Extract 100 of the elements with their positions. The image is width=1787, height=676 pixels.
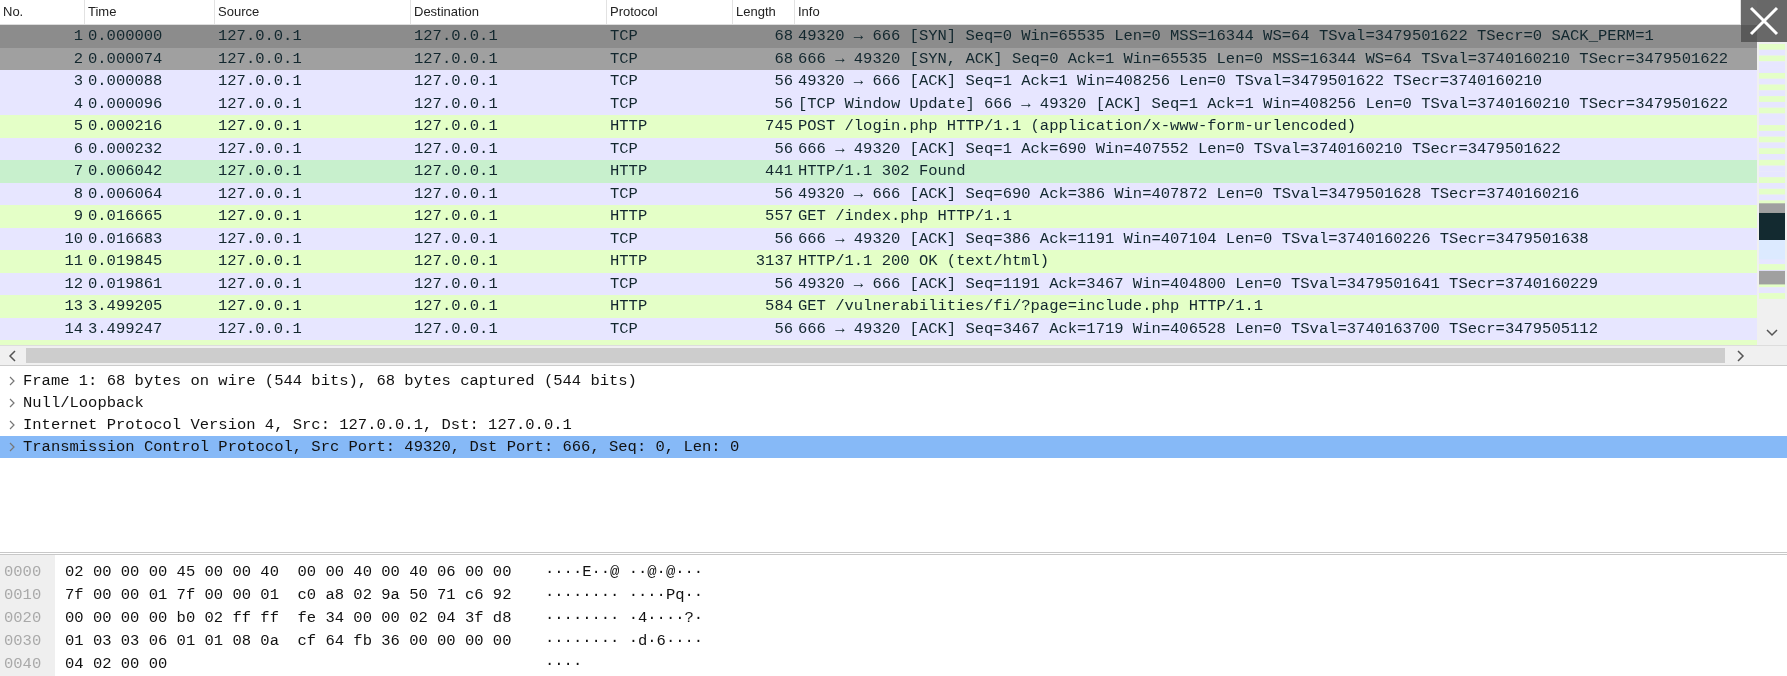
table-cell-text: 0.006042: [87, 161, 164, 182]
table-cell-text: TCP: [609, 183, 639, 205]
column-header[interactable]: Source: [215, 0, 411, 24]
table-cell-text: TCP: [609, 228, 639, 250]
table-cell-text: 0.000088: [87, 71, 164, 92]
table-cell-text: 127.0.0.1: [413, 183, 499, 205]
table-cell-text: 127.0.0.1: [413, 71, 499, 92]
table-cell-text: 666 → 49320 [ACK] Seq=1 Ack=690 Win=407552 Len=0 TSval=3740160210 TSecr=3479501622: [797, 138, 1562, 160]
chevron-right-icon[interactable]: [1737, 349, 1745, 362]
packet-row[interactable]: 1 0.000000 127.0.0.1 127.0.0.1 TCP 68 49320 → 666 [SYN] Seq=0 Win=65535 Len=0 MSS=16344 WS=64 TSval=3479501622 TSecr=0 SACK_PERM=1: [0, 25, 1757, 48]
ascii-bytes: ········ ·d·6····: [545, 631, 704, 652]
table-cell-text: 127.0.0.1: [217, 183, 303, 205]
table-cell-text: TCP: [609, 26, 639, 47]
table-cell-text: 127.0.0.1: [413, 93, 499, 115]
table-cell-text: 56: [773, 273, 794, 295]
close-button[interactable]: [1741, 0, 1787, 42]
packet-row[interactable]: 12 0.019861 127.0.0.1 127.0.0.1 TCP 56 49320 → 666 [ACK] Seq=1191 Ack=3467 Win=404800 Len=0 TSval=3479501641 TSecr=3740160229: [0, 272, 1757, 295]
chevron-right-icon[interactable]: [8, 420, 16, 430]
table-cell-text: POST /login.php HTTP/1.1 (application/x-www-form-urlencoded): [797, 116, 1358, 137]
ascii-bytes: ········ ····Pq··: [545, 585, 704, 606]
hex-bytes: 00 00 00 00 b0 02 ff ff fe 34 00 00 02 04 3f d8: [64, 608, 513, 629]
table-cell-text: TCP: [609, 93, 639, 115]
chevron-right-icon[interactable]: [8, 376, 16, 386]
table-cell-text: 4: [72, 93, 84, 115]
table-cell-text: 49320 → 666 [ACK] Seq=690 Ack=386 Win=407872 Len=0 TSval=3479501628 TSecr=3740160216: [797, 183, 1581, 205]
tree-item[interactable]: Frame 1: 68 bytes on wire (544 bits), 68 bytes captured (544 bits): [0, 370, 1787, 392]
packet-row[interactable]: 3 0.000088 127.0.0.1 127.0.0.1 TCP 56 49320 → 666 [ACK] Seq=1 Ack=1 Win=408256 Len=0 TSval=3479501622 TSecr=3740160210: [0, 70, 1757, 93]
table-cell-text: 7: [72, 161, 84, 182]
table-cell-text: HTTP: [609, 161, 649, 182]
table-cell-text: 127.0.0.1: [413, 318, 499, 340]
packet-row[interactable]: 9 0.016665 127.0.0.1 127.0.0.1 HTTP 557 GET /index.php HTTP/1.1: [0, 205, 1757, 228]
chevron-left-icon[interactable]: [8, 349, 16, 362]
table-cell-text: 127.0.0.1: [217, 318, 303, 340]
close-icon: [1749, 6, 1779, 36]
table-cell-text: 127.0.0.1: [217, 71, 303, 92]
table-cell-text: 68: [773, 26, 794, 47]
table-cell-text: 127.0.0.1: [217, 251, 303, 272]
chevron-right-icon[interactable]: [8, 398, 16, 408]
packet-row[interactable]: 8 0.006064 127.0.0.1 127.0.0.1 TCP 56 49320 → 666 [ACK] Seq=690 Ack=386 Win=407872 Len=0 TSval=3479501628 TSecr=3740160216: [0, 182, 1757, 205]
table-cell-text: HTTP/1.1 200 OK (text/html): [797, 251, 1051, 272]
table-cell-text: 127.0.0.1: [217, 228, 303, 250]
table-cell-text: 5: [72, 116, 84, 137]
table-cell-text: HTTP: [609, 116, 649, 137]
table-cell-text: 3: [72, 71, 84, 92]
tree-item[interactable]: Null/Loopback: [0, 392, 1787, 414]
packet-row[interactable]: 5 0.000216 127.0.0.1 127.0.0.1 HTTP 745 POST /login.php HTTP/1.1 (application/x-www-form-urlencoded): [0, 115, 1757, 138]
tree-item[interactable]: Internet Protocol Version 4, Src: 127.0.0.1, Dst: 127.0.0.1: [0, 414, 1787, 436]
packet-row[interactable]: 14 3.499247 127.0.0.1 127.0.0.1 TCP 56 666 → 49320 [ACK] Seq=3467 Ack=1719 Win=406528 Len=0 TSval=3740163700 TSecr=3479505112: [0, 317, 1757, 340]
column-header[interactable]: Destination: [411, 0, 607, 24]
table-cell-text: 49320 → 666 [ACK] Seq=1 Ack=1 Win=408256 Len=0 TSval=3479501622 TSecr=3740160210: [797, 71, 1544, 92]
table-cell-text: 3137: [754, 251, 794, 272]
table-cell-text: 56: [773, 318, 794, 340]
table-cell-text: 0.019861: [87, 273, 164, 295]
table-cell-text: 0.006064: [87, 183, 164, 205]
column-header[interactable]: Time: [85, 0, 215, 24]
ascii-bytes: ········ ·4····?·: [545, 608, 704, 629]
table-cell-text: TCP: [609, 273, 639, 295]
hex-bytes: 01 03 03 06 01 01 08 0a cf 64 fb 36 00 00 00 00: [64, 631, 513, 652]
table-cell-text: 127.0.0.1: [413, 206, 499, 227]
hex-bytes: 04 02 00 00: [64, 654, 169, 675]
table-cell-text: TCP: [609, 318, 639, 340]
table-cell-text: 127.0.0.1: [413, 273, 499, 295]
column-header[interactable]: Protocol: [607, 0, 733, 24]
table-cell-text: 56: [773, 138, 794, 160]
table-cell-text: 0.019845: [87, 251, 164, 272]
column-header[interactable]: No.: [0, 0, 85, 24]
table-cell-text: 2: [72, 48, 84, 70]
hex-bytes: 02 00 00 00 45 00 00 40 00 00 40 00 40 06 00 00: [64, 562, 513, 583]
table-cell-text: 127.0.0.1: [217, 26, 303, 47]
table-cell-text: [TCP Window Update] 666 → 49320 [ACK] Seq=1 Ack=1 Win=408256 Len=0 TSval=3740160210 TSecr=3479501622: [797, 93, 1730, 115]
table-cell-text: 1: [72, 26, 84, 47]
table-cell-text: 49320 → 666 [SYN] Seq=0 Win=65535 Len=0 MSS=16344 WS=64 TSval=3479501622 TSecr=0 SACK_PERM=1: [797, 26, 1655, 47]
scrollbar-thumb[interactable]: [26, 348, 1725, 363]
packet-row[interactable]: 11 0.019845 127.0.0.1 127.0.0.1 HTTP 3137 HTTP/1.1 200 OK (text/html): [0, 250, 1757, 273]
table-cell-text: 127.0.0.1: [217, 93, 303, 115]
table-cell-text: 584: [764, 296, 794, 317]
column-header[interactable]: Length: [733, 0, 795, 24]
packet-row[interactable]: 6 0.000232 127.0.0.1 127.0.0.1 TCP 56 666 → 49320 [ACK] Seq=1 Ack=690 Win=407552 Len=0 TSval=3740160210 TSecr=3479501622: [0, 137, 1757, 160]
ascii-bytes: ····: [545, 654, 583, 675]
table-cell-text: HTTP: [609, 206, 649, 227]
table-cell-text: 0.000232: [87, 138, 164, 160]
table-cell-text: 0.016665: [87, 206, 164, 227]
packet-row[interactable]: 10 0.016683 127.0.0.1 127.0.0.1 TCP 56 666 → 49320 [ACK] Seq=386 Ack=1191 Win=407104 Len=0 TSval=3740160226 TSecr=3479501638: [0, 227, 1757, 250]
table-cell-text: 666 → 49320 [SYN, ACK] Seq=0 Ack=1 Win=65535 Len=0 MSS=16344 WS=64 TSval=3740160210 TSecr=3479501622: [797, 48, 1730, 70]
table-cell-text: 0.000074: [87, 48, 164, 70]
hex-bytes: 7f 00 00 01 7f 00 00 01 c0 a8 02 9a 50 71 c6 92: [64, 585, 513, 606]
table-cell-text: 666 → 49320 [ACK] Seq=3467 Ack=1719 Win=406528 Len=0 TSval=3740163700 TSecr=3479505112: [797, 318, 1599, 340]
table-cell-text: 0.000000: [87, 26, 164, 47]
chevron-down-icon[interactable]: [1766, 329, 1778, 337]
byte-offset: 0000: [3, 562, 43, 583]
table-cell-text: 13: [63, 296, 84, 317]
packet-row[interactable]: 2 0.000074 127.0.0.1 127.0.0.1 TCP 68 666 → 49320 [SYN, ACK] Seq=0 Ack=1 Win=65535 Len=0 MSS=16344 WS=64 TSval=3740160210 TSecr=3479501622: [0, 47, 1757, 70]
packet-row[interactable]: 13 3.499205 127.0.0.1 127.0.0.1 HTTP 584 GET /vulnerabilities/fi/?page=include.php HTTP/1.1: [0, 295, 1757, 318]
ascii-bytes: ····E··@ ··@·@···: [545, 562, 704, 583]
tree-item[interactable]: Transmission Control Protocol, Src Port: 49320, Dst Port: 666, Seq: 0, Len: 0: [0, 436, 1787, 458]
packet-row[interactable]: 4 0.000096 127.0.0.1 127.0.0.1 TCP 56 [TCP Window Update] 666 → 49320 [ACK] Seq=1 Ack=1 Win=408256 Len=0 TSval=3740160210 TSecr=3479501622: [0, 92, 1757, 115]
table-cell-text: 127.0.0.1: [413, 161, 499, 182]
table-cell-text: TCP: [609, 138, 639, 160]
table-cell-text: 0.000216: [87, 116, 164, 137]
packet-row[interactable]: 7 0.006042 127.0.0.1 127.0.0.1 HTTP 441 HTTP/1.1 302 Found: [0, 160, 1757, 183]
